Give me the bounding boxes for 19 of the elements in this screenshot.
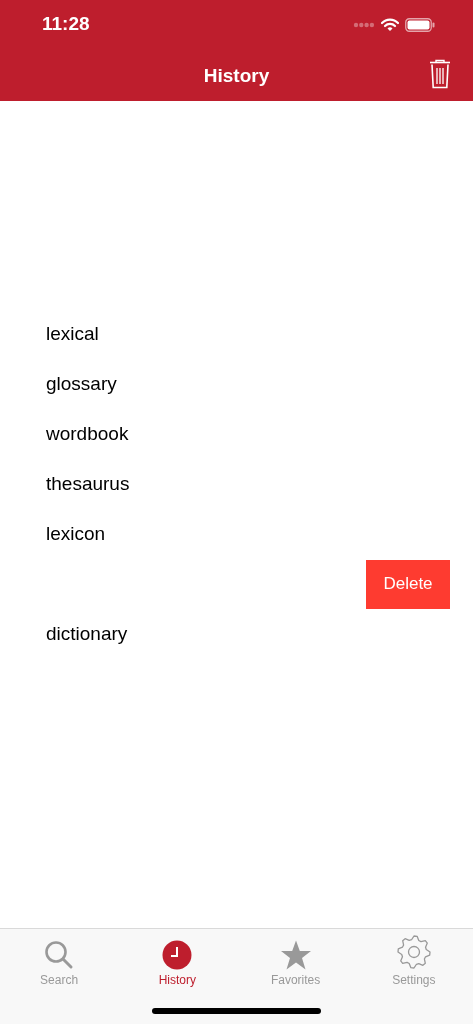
history-item[interactable]: thesaurus [46, 473, 130, 495]
history-item[interactable]: glossary [46, 373, 117, 395]
signal-icon [353, 22, 375, 28]
trash-icon [429, 59, 451, 89]
battery-icon [405, 18, 435, 32]
history-item[interactable]: dictionary [46, 623, 128, 645]
history-item[interactable]: wordbook [46, 423, 129, 445]
search-icon [44, 940, 75, 970]
clock-icon [162, 940, 193, 970]
status-time: 11:28 [42, 13, 90, 36]
history-item[interactable]: lexical [46, 323, 99, 345]
trash-button[interactable] [429, 59, 451, 89]
wifi-icon [381, 18, 399, 32]
star-icon [279, 940, 312, 970]
settings-icon [395, 934, 432, 970]
history-item[interactable]: lexicon [46, 523, 106, 545]
tab[interactable]: History [118, 929, 237, 991]
delete-button[interactable]: Delete [366, 559, 450, 609]
nav-title: History [203, 64, 270, 87]
